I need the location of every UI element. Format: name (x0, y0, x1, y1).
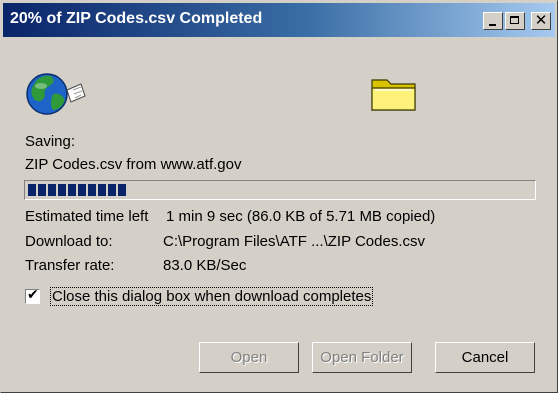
title-bar[interactable]: 20% of ZIP Codes.csv Completed ✕ (3, 3, 555, 37)
maximize-icon (510, 16, 519, 24)
close-when-done-checkbox[interactable]: ✔ (25, 287, 40, 304)
minimize-button[interactable] (483, 12, 503, 30)
transfer-rate-label: Transfer rate: (25, 257, 115, 274)
file-source-text: ZIP Codes.csv from www.atf.gov (25, 156, 242, 173)
close-button[interactable]: ✕ (531, 11, 551, 30)
download-to-value: C:\Program Files\ATF ...\ZIP Codes.csv (163, 233, 426, 250)
transfer-rate-value: 83.0 KB/Sec (163, 257, 247, 274)
checkmark-icon: ✔ (27, 287, 39, 303)
folder-icon (371, 79, 416, 111)
open-button[interactable]: Open (199, 342, 299, 373)
window-title: 20% of ZIP Codes.csv Completed (10, 10, 263, 27)
time-left-value: 1 min 9 sec (86.0 KB of 5.71 MB copied) (166, 208, 436, 225)
saving-label: Saving: (25, 133, 76, 150)
download-to-label: Download to: (25, 233, 113, 250)
time-left-label: Estimated time left (25, 208, 149, 225)
maximize-button[interactable] (505, 12, 525, 30)
close-icon: ✕ (534, 11, 548, 29)
progress-fill (28, 184, 128, 196)
globe-document-icon (26, 73, 86, 115)
progress-bar (24, 180, 536, 200)
close-when-done-label[interactable]: Close this dialog box when download comp… (50, 287, 374, 306)
minimize-icon (489, 24, 496, 26)
cancel-button[interactable]: Cancel (435, 342, 535, 373)
open-folder-button[interactable]: Open Folder (312, 342, 412, 373)
download-dialog: 20% of ZIP Codes.csv Completed ✕ Saving:… (0, 0, 558, 393)
